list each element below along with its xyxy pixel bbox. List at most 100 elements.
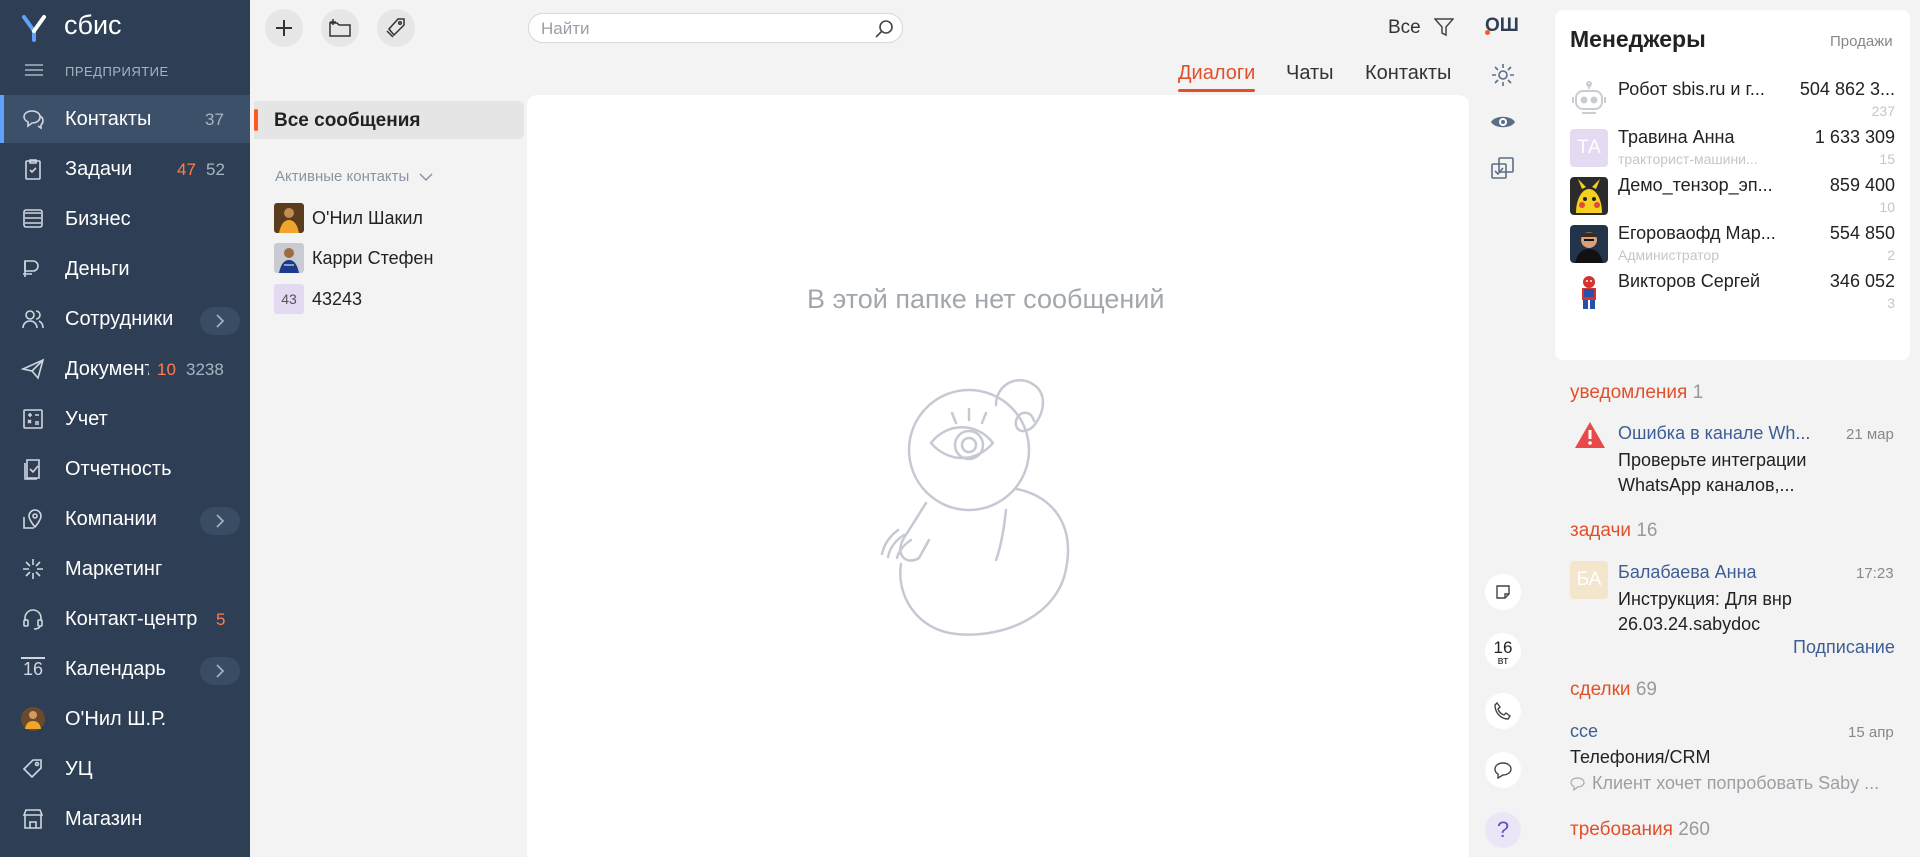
tag-icon: [22, 759, 42, 779]
feed-section-requirements[interactable]: требования 260: [1570, 819, 1710, 841]
total-count: 3238: [186, 360, 224, 379]
section-label: требования: [1570, 819, 1673, 840]
task-author[interactable]: Балабаева Анна: [1618, 562, 1828, 583]
managers-filter[interactable]: Продажи: [1830, 33, 1893, 50]
contact-avatar: 43: [274, 284, 304, 314]
magnifier-character-illustration: [880, 379, 1070, 636]
manager-avatar: [1570, 225, 1608, 263]
manager-row[interactable]: ТА Травина Анна тракторист-машини... 1 6…: [1570, 123, 1895, 171]
expand-button[interactable]: [200, 657, 240, 685]
sidebar-item-accounting[interactable]: Учет: [0, 395, 250, 443]
deal-title[interactable]: ссе: [1570, 721, 1770, 742]
filter-icon[interactable]: [1434, 17, 1454, 37]
settings-icon[interactable]: [1490, 62, 1516, 88]
help-button[interactable]: ?: [1485, 812, 1521, 848]
manager-row[interactable]: Демо_тензор_эп... 859 400 10: [1570, 171, 1895, 219]
section-label: задачи: [1570, 520, 1632, 541]
sidebar-item-marketing[interactable]: Маркетинг: [0, 545, 250, 593]
sidebar-item-calendar[interactable]: 16 Календарь: [0, 645, 250, 693]
menu-icon[interactable]: [25, 64, 43, 76]
new-folder-button[interactable]: [321, 9, 359, 47]
phone-button[interactable]: [1485, 693, 1521, 729]
contact-avatar: [274, 243, 304, 273]
alert-count: 5: [216, 610, 226, 629]
expand-button[interactable]: [200, 307, 240, 335]
sidebar-item-shop[interactable]: Магазин: [0, 795, 250, 843]
search-input[interactable]: [541, 19, 861, 39]
active-contacts-toggle[interactable]: Активные контакты: [275, 168, 434, 185]
tab-contacts[interactable]: Контакты: [1365, 62, 1451, 85]
sidebar-item-tasks[interactable]: Задачи 47 52: [0, 145, 250, 193]
section-count: 1: [1692, 382, 1704, 403]
task-time: 17:23: [1856, 565, 1894, 582]
total-count: 52: [206, 160, 225, 179]
contact-avatar: [274, 203, 304, 233]
feed-section-notifications[interactable]: уведомления 1: [1570, 382, 1703, 404]
status-dot: [1485, 30, 1490, 35]
manager-count: 2: [1887, 247, 1895, 263]
sidebar-item-employees[interactable]: Сотрудники: [0, 295, 250, 343]
calculator-icon: [23, 409, 43, 429]
chat-button[interactable]: [1485, 752, 1521, 788]
sidebar-item-business[interactable]: Бизнес: [0, 195, 250, 243]
robot-avatar-icon: [1572, 81, 1606, 114]
sidebar-item-profile[interactable]: О'Нил Ш.Р.: [0, 695, 250, 743]
calendar-button[interactable]: 16 вт: [1485, 633, 1521, 669]
filter-label[interactable]: Все: [1388, 17, 1421, 39]
section-count: 69: [1635, 679, 1657, 700]
notification-title[interactable]: Ошибка в канале Wh...: [1618, 423, 1828, 444]
folder-label: Все сообщения: [274, 110, 421, 131]
app-logo-text[interactable]: сбис: [64, 10, 122, 41]
sidebar-item-label: Магазин: [65, 808, 143, 830]
plus-icon: [276, 20, 292, 36]
report-icon: [24, 459, 40, 480]
sidebar-item-money[interactable]: Деньги: [0, 245, 250, 293]
managers-title[interactable]: Менеджеры: [1570, 26, 1706, 53]
chevron-down-icon: [419, 173, 434, 181]
user-initials-button[interactable]: ОШ: [1485, 15, 1519, 37]
search-field[interactable]: [528, 13, 903, 43]
user-avatar: [21, 707, 45, 731]
manager-sum: 346 052: [1829, 271, 1895, 291]
manager-sum: 504 862 3...: [1799, 79, 1895, 99]
sidebar-item-label: Документы: [65, 358, 153, 380]
manager-row[interactable]: Егороваофд Мар... Администратор 554 850 …: [1570, 219, 1895, 267]
manager-position: Администратор: [1618, 247, 1720, 263]
eye-icon[interactable]: [1490, 112, 1516, 132]
sidebar-item-label: Контакт-центр: [65, 608, 198, 630]
tag-icon: [386, 18, 405, 38]
sidebar-item-contact-center[interactable]: Контакт-центр 5: [0, 595, 250, 643]
sbis-logo-icon[interactable]: [20, 14, 48, 42]
sidebar-item-contacts[interactable]: Контакты 37: [0, 95, 250, 143]
tab-chats[interactable]: Чаты: [1286, 62, 1334, 85]
sidebar-item-label: Сотрудники: [65, 308, 174, 330]
expand-button[interactable]: [200, 507, 240, 535]
sidebar-item-documents[interactable]: Документы 10 3238: [0, 345, 250, 393]
manager-row[interactable]: Викторов Сергей 346 052 3: [1570, 267, 1895, 315]
sidebar-item-label: Контакты: [65, 108, 152, 130]
tags-button[interactable]: [377, 9, 415, 47]
sidebar-item-uc[interactable]: УЦ: [0, 745, 250, 793]
manager-row[interactable]: Робот sbis.ru и г... 504 862 3... 237: [1570, 75, 1895, 123]
create-button[interactable]: [265, 9, 303, 47]
tasks-checklist-icon[interactable]: [1490, 156, 1516, 182]
notes-button[interactable]: [1485, 574, 1521, 610]
shop-icon: [22, 809, 44, 829]
sidebar-item-reports[interactable]: Отчетность: [0, 445, 250, 493]
search-icon[interactable]: [874, 19, 894, 39]
sidebar-item-label: О'Нил Ш.Р.: [65, 708, 167, 730]
organization-label[interactable]: ПРЕДПРИЯТИЕ: [65, 64, 169, 79]
task-action-link[interactable]: Подписание: [1793, 637, 1895, 658]
folder-all-messages[interactable]: Все сообщения: [254, 101, 524, 139]
manager-avatar: [1582, 276, 1596, 309]
sidebar-item-companies[interactable]: Компании: [0, 495, 250, 543]
tab-dialogs[interactable]: Диалоги: [1178, 62, 1256, 92]
feed-section-deals[interactable]: сделки 69: [1570, 679, 1657, 701]
notification-date: 21 мар: [1846, 426, 1894, 443]
manager-position: тракторист-машини...: [1618, 151, 1758, 167]
calendar-icon: 16: [21, 657, 45, 679]
deal-comment: Клиент хочет попробовать Saby ...: [1592, 773, 1880, 793]
feed-section-tasks[interactable]: задачи 16: [1570, 520, 1657, 542]
sparkle-icon: [23, 559, 43, 579]
sidebar-item-label: Календарь: [65, 658, 166, 680]
